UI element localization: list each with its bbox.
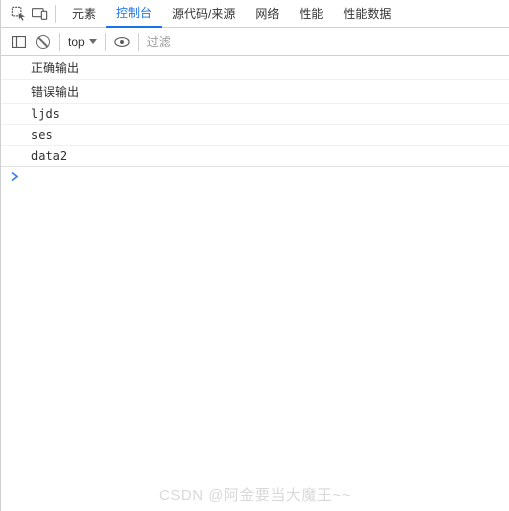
sidebar-toggle-icon[interactable]: [7, 28, 31, 56]
device-toggle-icon[interactable]: [29, 0, 51, 28]
context-selector[interactable]: top: [64, 35, 101, 49]
separator: [138, 33, 139, 51]
console-output: 正确输出 错误输出 ljds ses data2: [1, 56, 509, 188]
filter-input[interactable]: [143, 32, 509, 52]
tab-performance[interactable]: 性能: [289, 0, 333, 28]
tab-sources[interactable]: 源代码/来源: [162, 0, 245, 28]
tab-elements[interactable]: 元素: [62, 0, 106, 28]
tab-performance-insights[interactable]: 性能数据: [333, 0, 401, 28]
inspect-icon[interactable]: [7, 0, 29, 28]
separator: [55, 5, 56, 23]
console-row[interactable]: 错误输出: [1, 80, 509, 104]
separator: [59, 33, 60, 51]
devtools-tabbar: 元素 控制台 源代码/来源 网络 性能 性能数据: [1, 0, 509, 28]
watermark: CSDN @阿金要当大魔王~~: [1, 484, 509, 505]
separator: [105, 33, 106, 51]
console-prompt[interactable]: [1, 167, 509, 188]
live-expression-icon[interactable]: [110, 28, 134, 56]
clear-console-icon[interactable]: [31, 28, 55, 56]
chevron-down-icon: [89, 39, 97, 44]
console-row[interactable]: 正确输出: [1, 56, 509, 80]
console-toolbar: top: [1, 28, 509, 56]
console-row[interactable]: ljds: [1, 104, 509, 125]
context-label: top: [68, 35, 85, 49]
console-row[interactable]: ses: [1, 125, 509, 146]
tab-network[interactable]: 网络: [245, 0, 289, 28]
console-row[interactable]: data2: [1, 146, 509, 167]
tab-console[interactable]: 控制台: [106, 0, 162, 28]
